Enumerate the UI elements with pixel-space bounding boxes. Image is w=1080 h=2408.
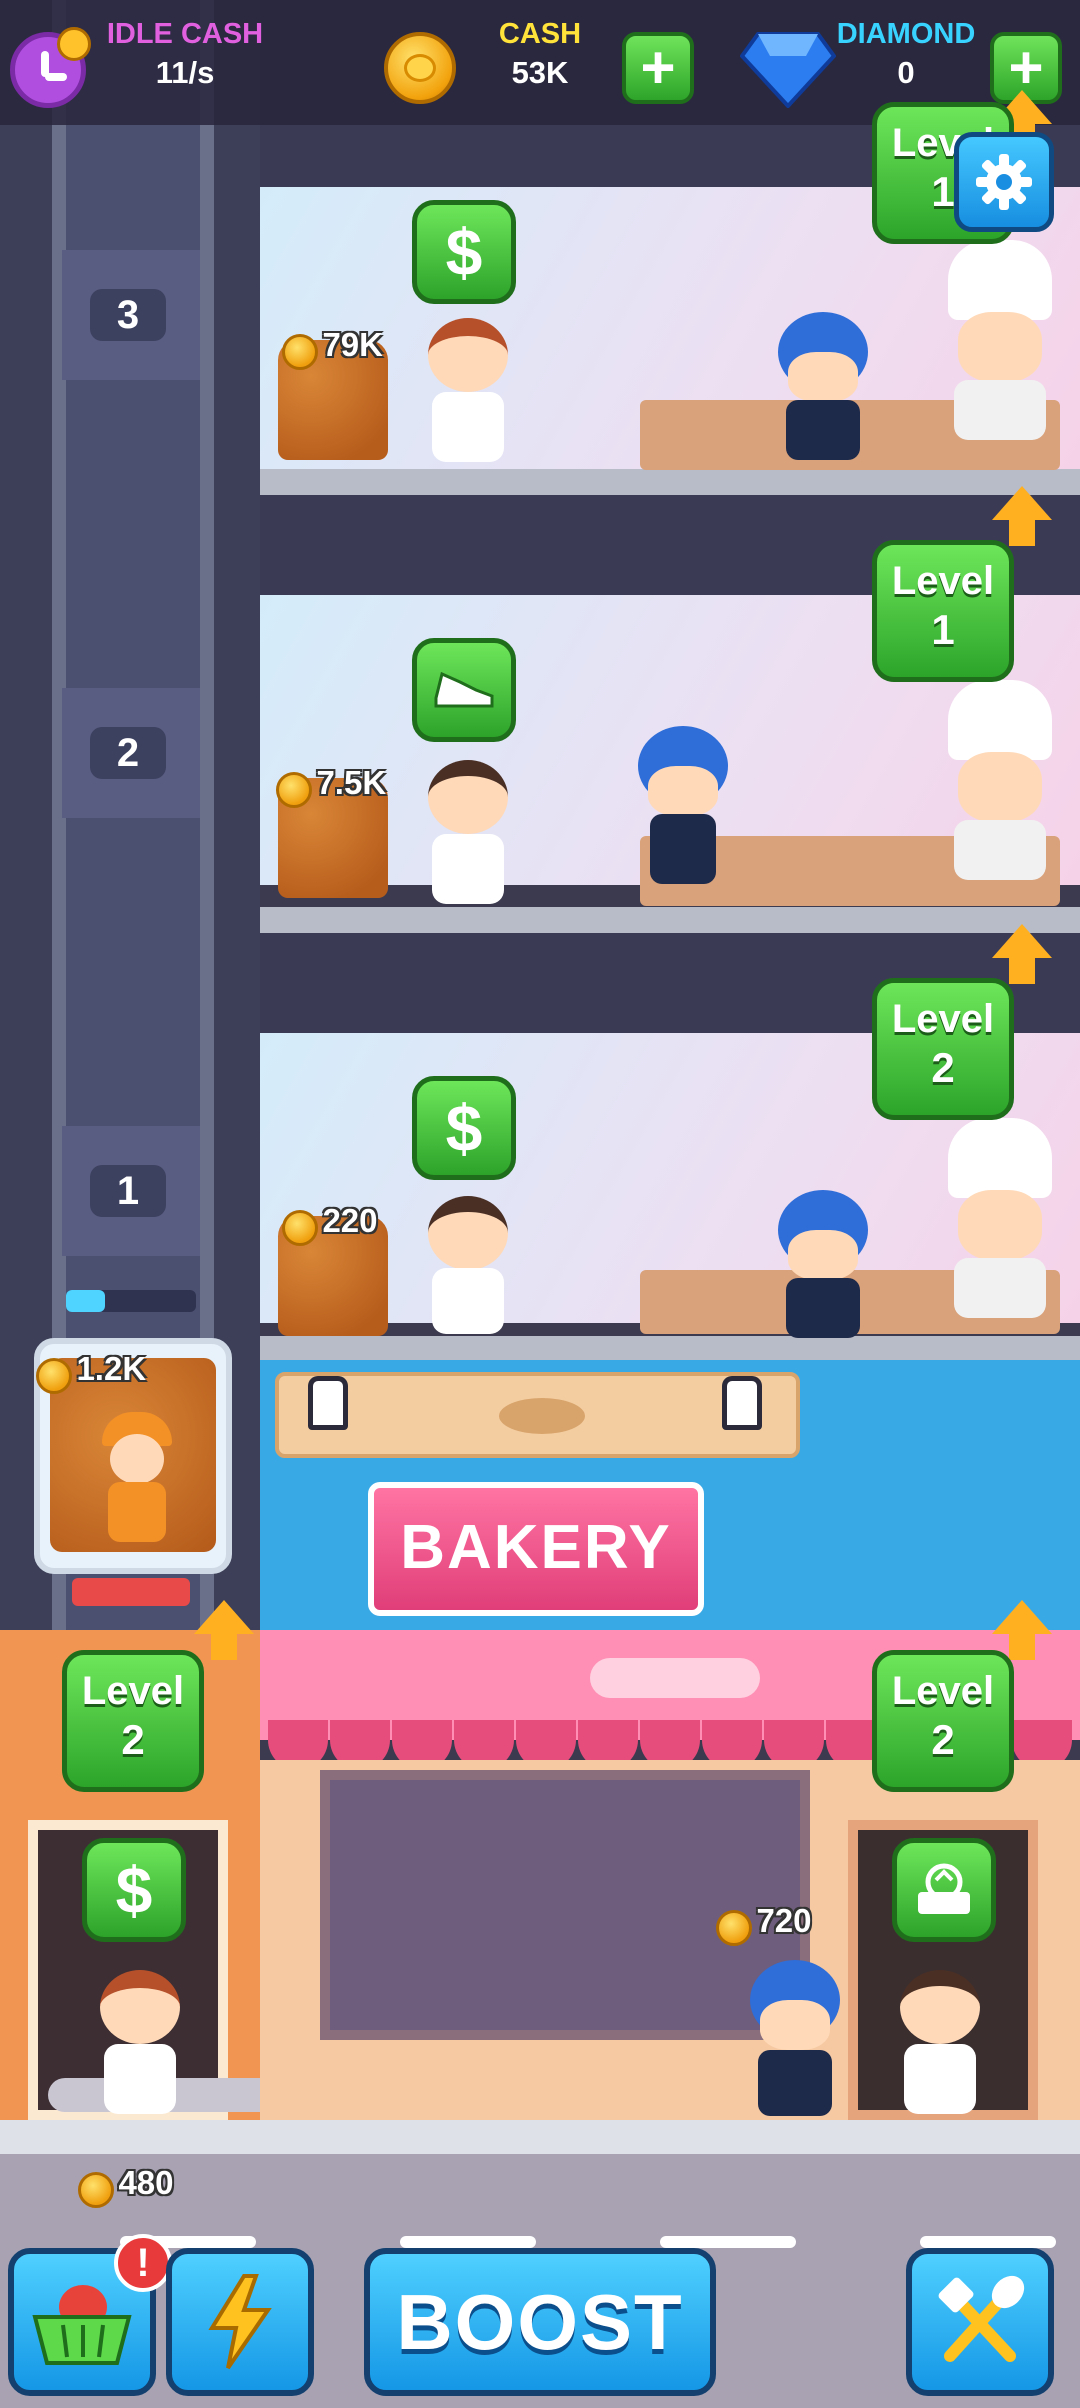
coin-icon <box>282 333 318 370</box>
cash-coin-icon <box>384 32 456 104</box>
lane-marking <box>920 2236 1056 2248</box>
floor-2-chef-character <box>940 680 1060 880</box>
floor-1-amount: 220 <box>282 1202 378 1246</box>
floor-2-cook-character <box>628 726 738 886</box>
settings-button[interactable] <box>954 132 1054 232</box>
coin-icon <box>276 771 312 808</box>
floor-2-manager-button[interactable] <box>412 638 516 742</box>
lamp-left-icon <box>308 1376 348 1456</box>
basket-icon <box>32 2285 132 2365</box>
shoe-icon <box>434 671 494 708</box>
coin-icon <box>78 2171 114 2208</box>
lightning-icon <box>208 2274 272 2370</box>
cash-register-icon <box>918 1863 970 1914</box>
floor-1-cook-character <box>768 1190 878 1340</box>
floor-1-carrier-character <box>420 1196 516 1336</box>
bakery-sign: BAKERY <box>368 1482 704 1616</box>
dollar-icon: $ <box>445 1091 483 1165</box>
floor-tag-3: 3 <box>90 289 166 341</box>
add-cash-button[interactable]: + <box>622 32 694 104</box>
floor-2-carrier-character <box>420 760 516 906</box>
floor-2-amount: 7.5K <box>276 764 386 808</box>
floor-2-ledge <box>260 907 1080 933</box>
floor-1-upgrade-arrow[interactable] <box>992 924 1052 984</box>
idle-cash-clock-icon[interactable] <box>10 27 91 108</box>
floor-3-carrier-character <box>420 318 516 468</box>
idle-cash-value: 11/s <box>155 55 215 90</box>
dollar-icon: $ <box>115 1853 153 1927</box>
fork-spoon-icon <box>938 2275 1025 2362</box>
warehouse-upgrade-arrow[interactable] <box>194 1600 254 1660</box>
bakery-manager-button[interactable] <box>892 1838 996 1942</box>
elevator-operator-character <box>102 1412 172 1542</box>
street-amount: 480 <box>78 2164 174 2208</box>
floor-3-manager-button[interactable]: $ <box>412 200 516 304</box>
elevator-base <box>72 1578 190 1606</box>
diamond-value: 0 <box>897 55 915 90</box>
dollar-icon: $ <box>445 215 483 289</box>
diamond-label: DIAMOND <box>836 18 976 50</box>
diamond-icon <box>739 30 837 109</box>
lane-marking <box>660 2236 796 2248</box>
bakery-cashier-character <box>740 1960 850 2120</box>
boost-button[interactable]: BOOST <box>364 2248 716 2396</box>
coin-icon <box>36 1357 72 1394</box>
floor-3-ledge <box>260 469 1080 495</box>
floor-3-cook-character <box>768 312 878 462</box>
coin-icon <box>282 1209 318 1246</box>
elevator-progress-fill <box>66 1290 105 1312</box>
lane-marking <box>400 2236 536 2248</box>
cash-label: CASH <box>498 18 582 50</box>
sidewalk <box>0 2120 1080 2154</box>
kitchen-tools-button[interactable] <box>906 2248 1054 2396</box>
floor-1-manager-button[interactable]: $ <box>412 1076 516 1180</box>
elevator-level-card[interactable]: Level 2 <box>62 1650 204 1792</box>
shop-alert-badge: ! <box>114 2234 172 2292</box>
floor-1-chef-character <box>940 1118 1060 1318</box>
lamp-right-icon <box>722 1376 762 1456</box>
floor-tag-2: 2 <box>90 727 166 779</box>
floor-tag-1: 1 <box>90 1165 166 1217</box>
bakery-manager-character <box>892 1970 988 2120</box>
bakery-shop-amount: 720 <box>716 1902 812 1946</box>
warehouse-manager-button[interactable]: $ <box>82 1838 186 1942</box>
floor-3-amount: 79K <box>282 326 383 370</box>
idle-cash-label: IDLE CASH <box>106 18 264 50</box>
floor-1-level-card[interactable]: Level 2 <box>872 978 1014 1120</box>
floor-3-chef-character <box>940 240 1060 440</box>
warehouse-worker-character <box>92 1970 188 2120</box>
cash-value: 53K <box>511 55 569 90</box>
gear-icon <box>976 154 1032 210</box>
floor-2-upgrade-arrow[interactable] <box>992 486 1052 546</box>
floor-2-level-card[interactable]: Level 1 <box>872 540 1014 682</box>
lightning-button[interactable] <box>166 2248 314 2396</box>
coin-icon <box>716 1909 752 1946</box>
cart-amount: 1.2K <box>36 1350 146 1394</box>
elevator-progress-track <box>66 1290 196 1312</box>
floor-1-ledge <box>260 1336 1080 1362</box>
bakery-level-card[interactable]: Level 2 <box>872 1650 1014 1792</box>
